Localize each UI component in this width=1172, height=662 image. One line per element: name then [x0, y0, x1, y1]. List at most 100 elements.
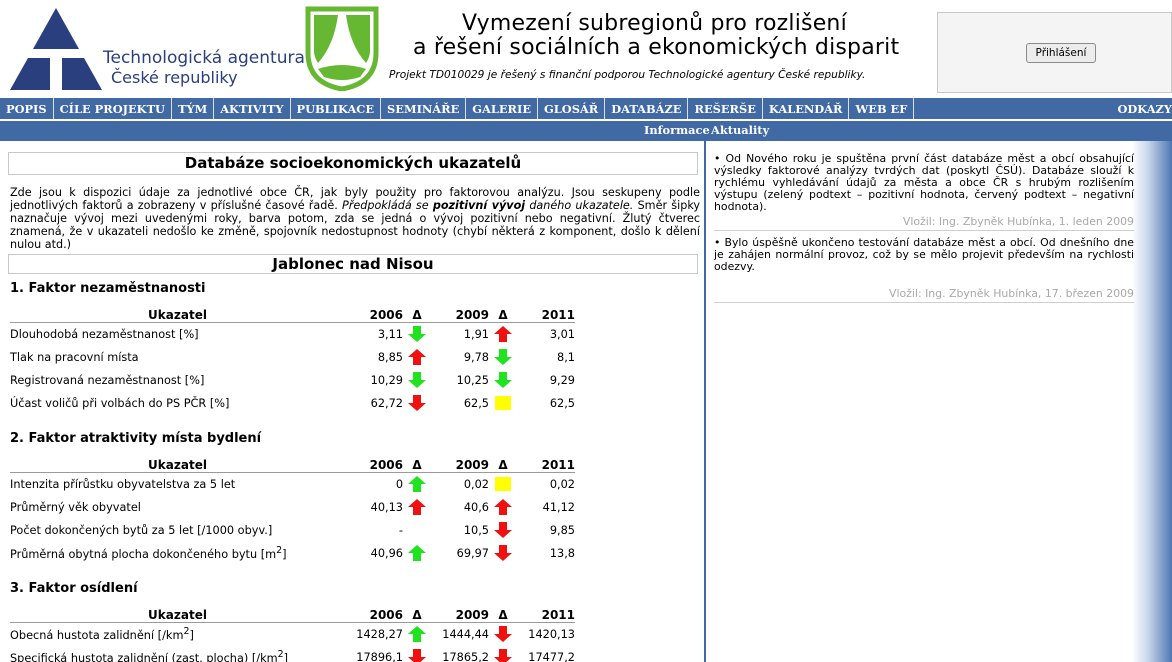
arrow-down-green-icon: [408, 326, 426, 343]
tab-aktuality[interactable]: Aktuality: [711, 123, 769, 137]
trend-cell: [489, 496, 517, 519]
table-header-row: Ukazatel 2006 Δ 2009 Δ 2011: [10, 608, 575, 623]
table-header-row: Ukazatel 2006 Δ 2009 Δ 2011: [10, 308, 575, 323]
arrow-down-red-icon: [494, 626, 512, 643]
value-2011: 62,5: [549, 396, 575, 410]
table-row: Účast voličů při volbách do PS PČR [%] 62…: [10, 392, 575, 415]
table-row: Tlak na pracovní místa 8,85 9,78 8,1: [10, 346, 575, 369]
column-header-delta: Δ: [489, 608, 517, 623]
arrow-up-red-icon: [408, 499, 426, 515]
arrow-down-red-icon: [494, 649, 512, 662]
column-header-delta: Δ: [403, 458, 431, 473]
column-header-ukazatel: Ukazatel: [10, 458, 345, 473]
indicator-label-end: ]: [282, 547, 287, 561]
indicator-label-text: Průměrná obytná plocha dokončeného bytu …: [10, 547, 277, 561]
indicator-label: Počet dokončených bytů za 5 let [/1000 o…: [10, 519, 345, 542]
news-panel: • Od Nového roku je spuštěna první část …: [708, 141, 1172, 662]
value-2006: 40,96: [370, 546, 403, 560]
value-2009: 40,6: [463, 500, 489, 514]
arrow-up-green-icon: [408, 476, 426, 493]
agency-logo-icon: [10, 8, 102, 92]
trend-cell: [489, 369, 517, 392]
factor-heading: 2. Faktor atraktivity místa bydlení: [10, 431, 262, 446]
value-2009: 69,97: [456, 546, 489, 560]
intro-text-b: Předpokládá se: [342, 199, 433, 212]
indicator-label-end: ]: [189, 629, 194, 643]
factor-heading: 3. Faktor osídlení: [10, 581, 138, 596]
agency-name: Technologická agentura: [103, 48, 305, 68]
arrow-down-red-icon: [494, 545, 512, 561]
menu-item-seminare[interactable]: SEMINÁŘE: [381, 98, 467, 119]
trend-cell: [403, 346, 431, 369]
indicator-label-text: Tlak na pracovní místa: [10, 350, 139, 364]
decorative-stripe: [1132, 141, 1172, 662]
menu-item-kalendar[interactable]: KALENDÁŘ: [763, 98, 850, 119]
arrow-up-green-icon: [408, 626, 426, 643]
column-header-year: 2011: [517, 458, 575, 473]
menu-item-publikace[interactable]: PUBLIKACE: [291, 98, 382, 119]
header: Technologická agentura České republiky V…: [0, 0, 1172, 96]
menu-item-cile-projektu[interactable]: CÍLE PROJEKTU: [54, 98, 172, 119]
trend-cell: [403, 473, 431, 496]
indicator-label-text: Účast voličů při volbách do PS PČR [%]: [10, 396, 230, 410]
arrow-up-red-icon: [494, 326, 512, 343]
value-2006: 10,29: [370, 373, 403, 387]
trend-cell: [403, 323, 431, 346]
news-item-meta: Vložil: Ing. Zbyněk Hubínka, 1. leden 20…: [714, 215, 1134, 231]
indicator-label-text: Dlouhodobá nezaměstnanost [%]: [10, 327, 199, 341]
indicator-label-text: Specifická hustota zalidnění (zast. ploc…: [10, 651, 278, 662]
value-2011: 0,02: [549, 477, 575, 491]
value-2009: 0,02: [463, 477, 489, 491]
arrow-down-green-icon: [494, 349, 512, 365]
indicator-label-end: ]: [283, 651, 289, 662]
indicator-label-text: Obecná hustota zalidnění [/km: [10, 629, 184, 643]
trend-cell: [489, 542, 517, 565]
column-header-delta: Δ: [403, 308, 431, 323]
column-header-year: 2006: [345, 308, 403, 323]
value-2011: 9,29: [549, 373, 575, 387]
menu-item-web-ef[interactable]: WEB EF: [849, 98, 915, 119]
value-2009: 1,91: [463, 327, 489, 341]
menu-item-aktivity[interactable]: AKTIVITY: [214, 98, 291, 119]
news-item-text: • Od Nového roku je spuštěna první část …: [714, 152, 1134, 213]
value-2009: 10,25: [456, 373, 489, 387]
trend-cell: [403, 519, 431, 542]
login-button[interactable]: Přihlášení: [1026, 43, 1096, 63]
trend-cell: [489, 519, 517, 542]
value-2006: 1428,27: [356, 627, 403, 641]
value-2006: 3,11: [377, 327, 403, 341]
trend-cell: [403, 392, 431, 415]
page-title: Databáze socioekonomických ukazatelů: [8, 152, 698, 175]
indicator-label-text: Intenzita přírůstku obyvatelstva za 5 le…: [10, 477, 236, 491]
trend-cell: [489, 623, 517, 646]
column-header-delta: Δ: [403, 608, 431, 623]
intro-text-d: daného ukazatele.: [525, 199, 634, 212]
no-change-square-icon: [495, 477, 511, 492]
menu-item-galerie[interactable]: GALERIE: [466, 98, 539, 119]
tab-informace[interactable]: Informace: [644, 123, 710, 137]
value-2006: 0: [395, 477, 403, 491]
table-row: Počet dokončených bytů za 5 let [/1000 o…: [10, 519, 575, 542]
column-header-delta: Δ: [489, 458, 517, 473]
menu-item-tym[interactable]: TÝM: [172, 98, 215, 119]
menu-item-odkazy[interactable]: ODKAZY: [1111, 98, 1172, 119]
indicator-label: Specifická hustota zalidnění (zast. ploc…: [10, 646, 345, 662]
value-2009: 10,5: [463, 523, 489, 537]
no-change-square-icon: [495, 396, 511, 410]
indicator-label: Účast voličů při volbách do PS PČR [%]: [10, 392, 345, 415]
project-subtitle: Projekt TD010029 je řešený s finanční po…: [389, 69, 866, 81]
main-content: Databáze socioekonomických ukazatelů Zde…: [0, 141, 706, 662]
menu-item-reserse[interactable]: REŠERŠE: [688, 98, 763, 119]
trend-cell: [403, 646, 431, 662]
trend-cell: [489, 473, 517, 496]
menu-item-glosar[interactable]: GLOSÁŘ: [538, 98, 606, 119]
table-row: Specifická hustota zalidnění (zast. ploc…: [10, 646, 575, 662]
indicator-label: Průměrný věk obyvatel: [10, 496, 345, 519]
site-title-line-2: a řešení sociálních a ekonomických dispa…: [413, 35, 900, 60]
trend-cell: [489, 646, 517, 662]
value-2011: 3,01: [549, 327, 575, 341]
menu-item-databaze[interactable]: DATABÁZE: [605, 98, 689, 119]
value-2006: -: [398, 523, 403, 537]
indicator-label: Registrovaná nezaměstnanost [%]: [10, 369, 345, 392]
menu-item-popis[interactable]: POPIS: [0, 98, 54, 119]
